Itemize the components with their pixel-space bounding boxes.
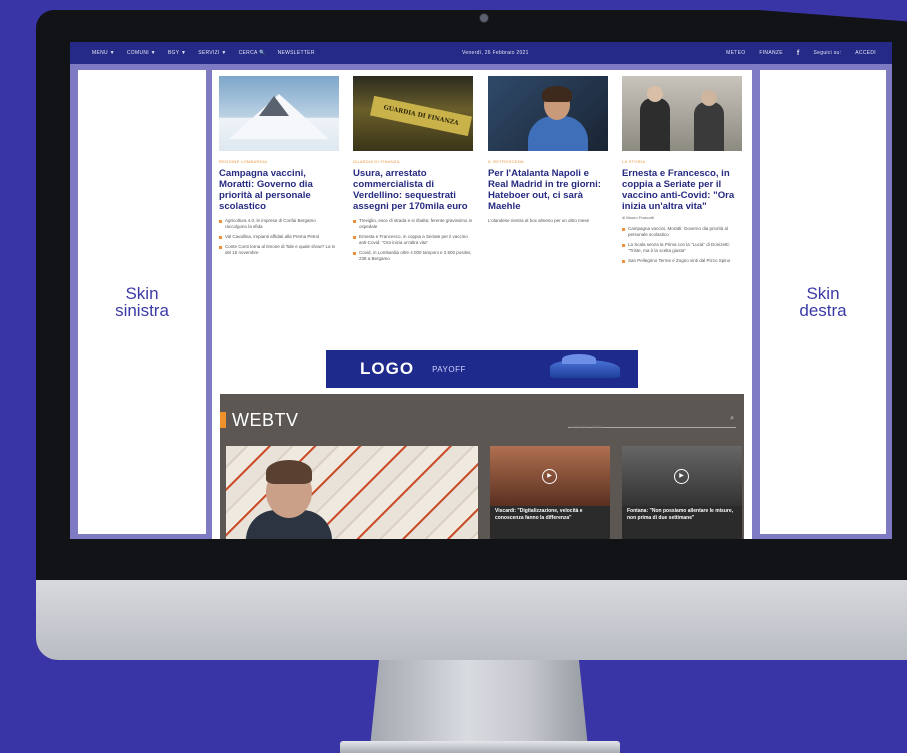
related-link[interactable]: Ernesta e Francesco, in coppia a Seriate…: [353, 234, 473, 246]
article-category[interactable]: IL RETROSCENA: [488, 159, 608, 164]
article-photo[interactable]: [622, 76, 742, 151]
play-icon[interactable]: ▶: [674, 469, 689, 484]
finance-sign: GUARDIA DI FINANZA: [370, 95, 472, 137]
banner-payoff: PAYOFF: [432, 364, 466, 374]
article-title[interactable]: Usura, arrestato commercialista di Verde…: [353, 168, 473, 212]
article-excerpt: L'olandese rientra al box almeno per un …: [488, 218, 590, 223]
nav-accedi[interactable]: ACCEDI: [855, 50, 876, 56]
main-content: REGIONE LOMBARDIA Campagna vaccini, Mora…: [212, 70, 752, 539]
top-navigation: MENU ▼ COMUNI ▼ BGY ▼ SERVIZI ▼ CERCA 🔍 …: [70, 42, 892, 64]
monitor-chin: [36, 580, 907, 660]
advertising-banner[interactable]: LOGO PAYOFF: [326, 350, 638, 388]
screen: MENU ▼ COMUNI ▼ BGY ▼ SERVIZI ▼ CERCA 🔍 …: [70, 42, 892, 539]
article-title[interactable]: Ernesta e Francesco, in coppia a Seriate…: [622, 168, 742, 212]
article-author: di Mauro Frascotti: [622, 215, 655, 220]
article-photo[interactable]: [219, 76, 339, 151]
article-photo[interactable]: [488, 76, 608, 151]
nav-seguici: Seguici su:: [813, 50, 842, 56]
nav-cerca[interactable]: CERCA 🔍: [239, 50, 266, 56]
article-card[interactable]: IL RETROSCENA Per l'Atalanta Napoli e Re…: [488, 76, 608, 224]
nav-meteo[interactable]: METEO: [726, 50, 745, 56]
video-caption[interactable]: Fontana: "Non possiamo allentare le misu…: [627, 508, 737, 521]
skin-right[interactable]: Skin destra: [760, 70, 886, 534]
related-link[interactable]: San Pellegrino Terme e Zogno vinti dal P…: [622, 258, 742, 264]
related-link[interactable]: Val Cavallina, impianti affidati alla Pr…: [219, 234, 339, 240]
featured-video[interactable]: [226, 446, 478, 539]
current-date: Venerdì, 26 Febbraio 2021: [462, 50, 529, 56]
monitor-stand-base: [340, 741, 620, 753]
article-title[interactable]: Campagna vaccini, Moratti: Governo dia p…: [219, 168, 339, 212]
webtv-title[interactable]: WEBTV: [232, 410, 299, 431]
related-link[interactable]: Treviglio, esce di strada e si ribalta: …: [353, 218, 473, 230]
facebook-icon[interactable]: f: [797, 50, 800, 57]
related-link[interactable]: Agricoltura 4.0, le imprese di Confai Be…: [219, 218, 339, 230]
nav-menu[interactable]: MENU ▼: [92, 50, 115, 56]
article-card[interactable]: GUARDIA DI FINANZA GUARDIA DI FINANZA Us…: [353, 76, 473, 266]
skin-right-label: Skin destra: [799, 284, 847, 320]
related-link[interactable]: La Scala senza la Prima con la "Lucia" d…: [622, 242, 742, 254]
monitor-stand: [369, 660, 589, 752]
nav-servizi[interactable]: SERVIZI ▼: [198, 50, 226, 56]
nav-bgy[interactable]: BGY ▼: [168, 50, 186, 56]
section-accent-bar: [220, 412, 226, 428]
related-link[interactable]: Conte Conti torna al timone di Tale e qu…: [219, 244, 339, 256]
article-category[interactable]: REGIONE LOMBARDIA: [219, 159, 339, 164]
webcam: [479, 13, 489, 23]
related-link[interactable]: Covid, in Lombardia oltre 4.000 tamponi …: [353, 250, 473, 262]
skin-left-label: Skin sinistra: [115, 284, 169, 320]
skin-left[interactable]: Skin sinistra: [78, 70, 206, 534]
video-card[interactable]: ▶ Viscardi: "Digitalizzazione, velocità …: [490, 446, 610, 539]
article-card[interactable]: REGIONE LOMBARDIA Campagna vaccini, Mora…: [219, 76, 339, 260]
article-card[interactable]: LA STORIA Ernesta e Francesco, in coppia…: [622, 76, 742, 268]
nav-newsletter[interactable]: NEWSLETTER: [278, 50, 315, 56]
webtv-search-input[interactable]: [568, 423, 722, 430]
related-link[interactable]: Campagna vaccini, Moratti: Governo dia p…: [622, 226, 742, 238]
banner-logo: LOGO: [360, 359, 415, 378]
article-title[interactable]: Per l'Atalanta Napoli e Real Madrid in t…: [488, 168, 608, 212]
car-image: [550, 354, 620, 378]
article-category[interactable]: LA STORIA: [622, 159, 742, 164]
search-icon[interactable]: ⌕: [730, 415, 734, 423]
article-category[interactable]: GUARDIA DI FINANZA: [353, 159, 473, 164]
webtv-section: WEBTV ⌕ ▶ Viscardi: "Digitalizzazione, v…: [220, 394, 744, 539]
play-icon[interactable]: ▶: [542, 469, 557, 484]
nav-comuni[interactable]: COMUNI ▼: [127, 50, 156, 56]
article-photo[interactable]: GUARDIA DI FINANZA: [353, 76, 473, 151]
video-caption[interactable]: Viscardi: "Digitalizzazione, velocità e …: [495, 508, 605, 521]
webtv-search[interactable]: ⌕: [568, 415, 736, 430]
nav-finanze[interactable]: FINANZE: [759, 50, 783, 56]
video-card[interactable]: ▶ Fontana: "Non possiamo allentare le mi…: [622, 446, 742, 539]
